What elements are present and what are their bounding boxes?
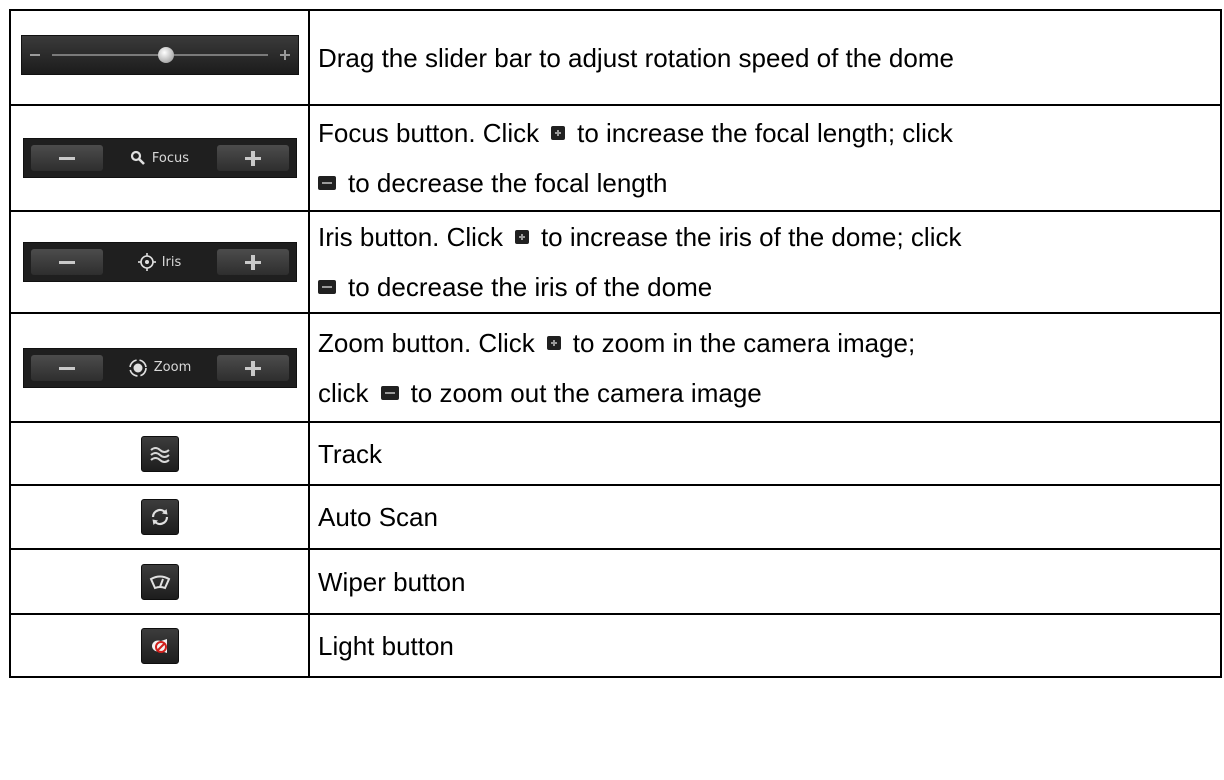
zoom-minus-button[interactable] bbox=[30, 354, 103, 381]
iris-plus-button[interactable] bbox=[216, 249, 289, 275]
focus-control: Focus bbox=[22, 138, 297, 178]
description-text: to decrease the focal length bbox=[348, 168, 668, 198]
slider-minus-icon bbox=[29, 54, 40, 56]
speed-slider[interactable] bbox=[20, 35, 299, 75]
table-row: Auto Scan bbox=[9, 484, 1222, 550]
row-description: Drag the slider bar to adjust rotation s… bbox=[308, 9, 1222, 106]
description-text: to zoom out the camera image bbox=[410, 377, 762, 408]
table-row: Iris Iris button. Click to increase the i… bbox=[9, 210, 1222, 314]
track-button[interactable] bbox=[140, 435, 179, 472]
track-icon bbox=[149, 446, 170, 463]
plus-icon bbox=[551, 126, 566, 141]
wiper-icon bbox=[149, 575, 170, 589]
table-row: Track bbox=[9, 421, 1222, 486]
iris-minus-button[interactable] bbox=[30, 249, 103, 275]
slider-plus-icon bbox=[279, 50, 290, 60]
plus-icon bbox=[514, 230, 529, 245]
focus-minus-button[interactable] bbox=[30, 145, 103, 171]
description-text: to increase the iris of the dome; click bbox=[540, 222, 962, 252]
plus-icon bbox=[546, 335, 561, 350]
description-text: click bbox=[318, 377, 369, 408]
description-text: Drag the slider bar to adjust rotation s… bbox=[318, 42, 954, 73]
iris-label: Iris bbox=[161, 254, 182, 270]
zoom-icon bbox=[128, 358, 147, 377]
table-row: Focus Focus button. Click to increase the… bbox=[9, 104, 1222, 212]
table-row: Wiper button bbox=[9, 548, 1222, 615]
zoom-label: Zoom bbox=[153, 360, 192, 375]
description-text: Auto Scan bbox=[318, 502, 438, 532]
description-text: Iris button. Click bbox=[318, 222, 503, 252]
magnifier-icon bbox=[130, 150, 145, 165]
minus-icon bbox=[318, 176, 336, 191]
row-description: Focus button. Click to increase the focal… bbox=[308, 104, 1222, 212]
row-description: Iris button. Click to increase the iris o… bbox=[308, 210, 1222, 314]
row-description: Wiper button bbox=[308, 548, 1222, 615]
description-text: Wiper button bbox=[318, 566, 466, 597]
auto-scan-icon bbox=[151, 508, 168, 526]
description-text: Track bbox=[318, 438, 383, 469]
row-description: Auto Scan bbox=[308, 484, 1222, 550]
ptz-control-table: Drag the slider bar to adjust rotation s… bbox=[9, 9, 1222, 678]
slider-knob[interactable] bbox=[157, 47, 174, 63]
focus-label: Focus bbox=[151, 150, 190, 166]
description-text: Light button bbox=[318, 630, 454, 661]
auto-scan-button[interactable] bbox=[140, 499, 179, 535]
light-button[interactable] bbox=[140, 627, 179, 664]
table-row: Light button bbox=[9, 613, 1222, 678]
minus-icon bbox=[380, 385, 399, 400]
table-row: Drag the slider bar to adjust rotation s… bbox=[9, 9, 1222, 106]
description-text: to zoom in the camera image; bbox=[572, 327, 916, 358]
minus-icon bbox=[318, 280, 336, 295]
row-description: Zoom button. Click to zoom in the camera … bbox=[308, 312, 1222, 423]
row-description: Light button bbox=[308, 613, 1222, 678]
light-icon bbox=[151, 638, 167, 653]
description-text: to decrease the iris of the dome bbox=[348, 272, 713, 302]
row-description: Track bbox=[308, 421, 1222, 486]
wiper-button[interactable] bbox=[140, 563, 179, 600]
focus-plus-button[interactable] bbox=[216, 145, 289, 171]
description-text: Zoom button. Click bbox=[318, 327, 535, 358]
zoom-control: Zoom bbox=[22, 347, 297, 388]
zoom-plus-button[interactable] bbox=[216, 354, 289, 381]
iris-icon bbox=[137, 253, 156, 271]
table-row: Zoom Zoom button. Click to zoom in the ca… bbox=[9, 312, 1222, 423]
description-text: Focus button. Click bbox=[318, 118, 540, 148]
iris-control: Iris bbox=[22, 242, 297, 282]
description-text: to increase the focal length; click bbox=[577, 118, 953, 148]
